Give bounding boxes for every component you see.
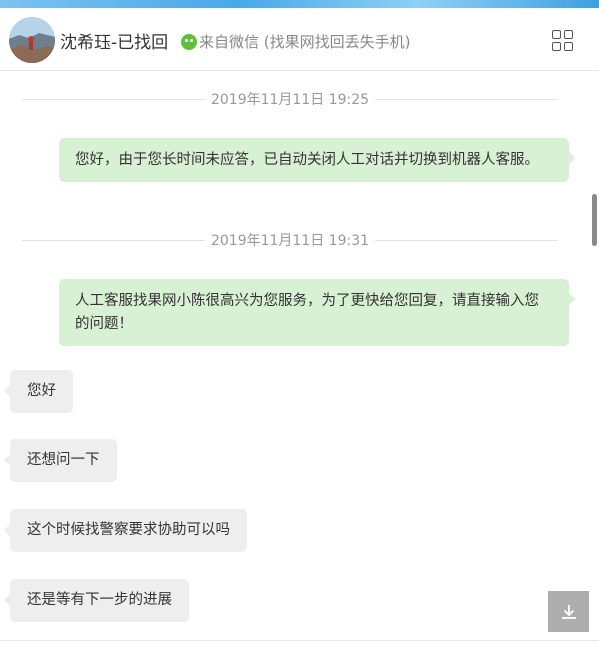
avatar[interactable]	[9, 17, 55, 63]
bottom-divider	[0, 640, 599, 641]
chat-header: 沈希珏-已找回 来自微信 (找果网找回丢失手机)	[0, 8, 599, 71]
scrollbar-thumb[interactable]	[592, 194, 597, 246]
chat-message-area[interactable]: 2019年11月11日 19:25 您好，由于您长时间未应答，已自动关闭人工对话…	[0, 72, 599, 649]
wechat-icon	[181, 33, 197, 50]
divider-line	[375, 98, 558, 100]
grid-cell	[552, 42, 561, 51]
grid-cell	[564, 42, 573, 51]
source-text: 来自微信 (找果网找回丢失手机)	[199, 33, 411, 51]
time-divider: 2019年11月11日 19:25	[22, 89, 558, 109]
outgoing-message[interactable]: 您好，由于您长时间未应答，已自动关闭人工对话并切换到机器人客服。	[59, 138, 575, 182]
download-arrow-icon	[561, 604, 576, 619]
time-divider: 2019年11月11日 19:31	[22, 230, 558, 250]
contact-name: 沈希珏-已找回	[60, 33, 169, 53]
grid-icon[interactable]	[552, 30, 574, 52]
scroll-to-bottom-button[interactable]	[548, 591, 589, 632]
incoming-message[interactable]: 这个时候找警察要求协助可以吗	[4, 509, 247, 552]
grid-cell	[552, 30, 561, 39]
incoming-message[interactable]: 还是等有下一步的进展	[4, 579, 189, 622]
timestamp: 2019年11月11日 19:25	[210, 92, 370, 108]
incoming-message[interactable]: 您好	[4, 370, 73, 413]
avatar-image	[9, 17, 55, 63]
outgoing-message[interactable]: 人工客服找果网小陈很高兴为您服务，为了更快给您回复，请直接输入您的问题！	[59, 279, 575, 346]
incoming-message[interactable]: 还想问一下	[4, 439, 117, 482]
divider-line	[22, 98, 205, 100]
divider-line	[22, 239, 205, 241]
divider-line	[375, 239, 558, 241]
timestamp: 2019年11月11日 19:31	[210, 233, 370, 249]
grid-cell	[564, 30, 573, 39]
message-source: 来自微信 (找果网找回丢失手机)	[181, 31, 410, 52]
top-color-strip	[0, 0, 599, 8]
